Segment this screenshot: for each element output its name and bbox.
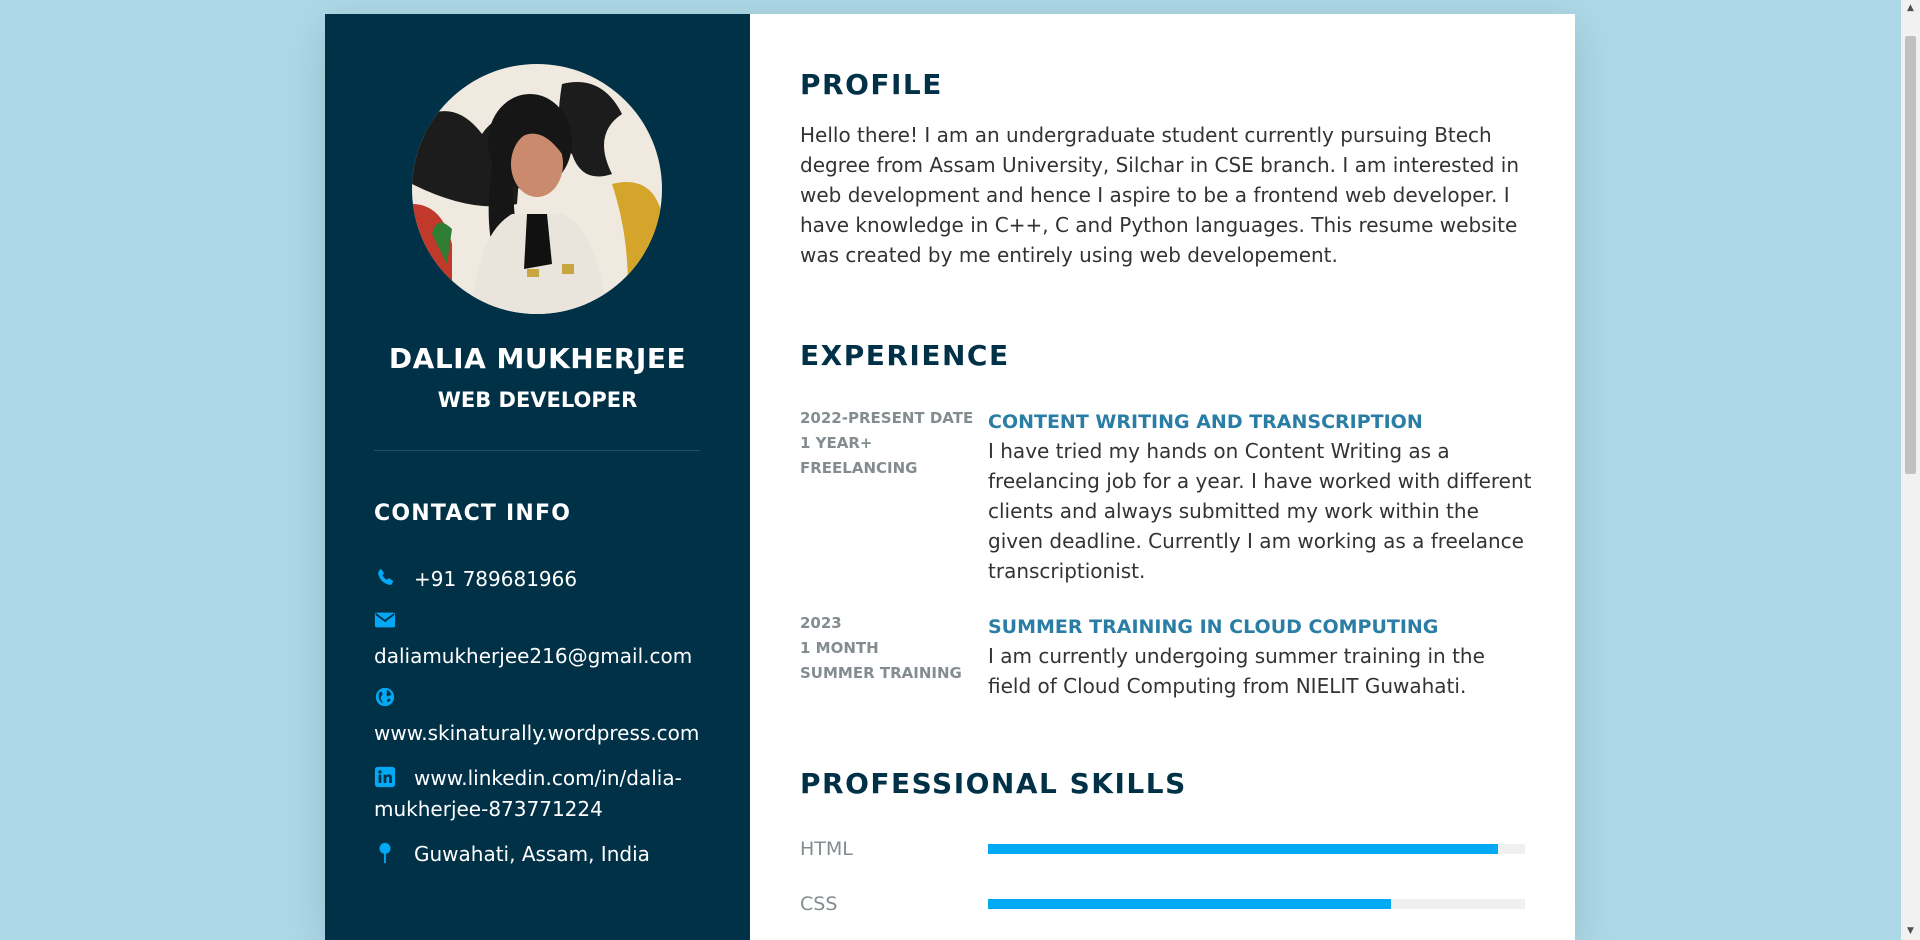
experience-title: CONTENT WRITING AND TRANSCRIPTION — [988, 411, 1423, 433]
linkedin-icon — [374, 766, 396, 788]
globe-icon — [374, 686, 396, 708]
contact-info-heading: CONTACT INFO — [374, 501, 572, 526]
skills-heading: PROFESSIONAL SKILLS — [800, 767, 1187, 800]
person-name: DALIA MUKHERJEE — [388, 342, 687, 375]
skill-name: CSS — [800, 893, 838, 915]
scroll-down-arrow-icon[interactable]: ▼ — [1901, 923, 1920, 940]
profile-text: Hello there! I am an undergraduate stude… — [800, 123, 1520, 267]
profile-photo — [412, 64, 662, 314]
experience-date: 2023 — [800, 614, 842, 632]
sidebar: DALIA MUKHERJEE WEB DEVELOPER CONTACT IN… — [325, 14, 750, 940]
skill-bar-fill — [988, 899, 1391, 909]
contact-phone: +91 789681966 — [374, 564, 704, 595]
experience-duration: 1 YEAR+ — [800, 434, 873, 452]
scroll-up-arrow-icon[interactable]: ▲ — [1901, 0, 1920, 17]
experience-body: SUMMER TRAINING IN CLOUD COMPUTING I am … — [988, 611, 1533, 701]
phone-icon — [374, 567, 396, 589]
sidebar-divider — [374, 450, 700, 451]
main-content: PROFILE Hello there! I am an undergradua… — [750, 14, 1575, 940]
experience-title: SUMMER TRAINING IN CLOUD COMPUTING — [988, 616, 1439, 638]
skill-row: CSS — [800, 889, 1525, 919]
experience-duration: 1 MONTH — [800, 639, 879, 657]
skill-bar — [988, 844, 1525, 854]
contact-website-text: www.skinaturally.wordpress.com — [374, 721, 700, 745]
skill-name: HTML — [800, 838, 853, 860]
experience-meta: 2022-PRESENT DATE 1 YEAR+ FREELANCING — [800, 406, 980, 481]
contact-linkedin-text: www.linkedin.com/in/dalia-mukherjee-8737… — [374, 766, 682, 821]
experience-description: I am currently undergoing summer trainin… — [988, 644, 1485, 698]
vertical-scrollbar[interactable]: ▲ ▼ — [1901, 0, 1920, 940]
profile-heading: PROFILE — [800, 68, 943, 101]
experience-meta: 2023 1 MONTH SUMMER TRAINING — [800, 611, 980, 686]
contact-list: +91 789681966 daliamukherjee216@gmail.co… — [374, 564, 704, 884]
scrollbar-thumb[interactable] — [1905, 36, 1916, 474]
experience-type: SUMMER TRAINING — [800, 664, 962, 682]
experience-heading: EXPERIENCE — [800, 339, 1010, 372]
experience-description: I have tried my hands on Content Writing… — [988, 439, 1532, 583]
experience-type: FREELANCING — [800, 459, 918, 477]
contact-location: Guwahati, Assam, India — [374, 839, 704, 870]
contact-linkedin[interactable]: www.linkedin.com/in/dalia-mukherjee-8737… — [374, 763, 704, 825]
skill-bar — [988, 899, 1525, 909]
contact-email[interactable]: daliamukherjee216@gmail.com — [374, 609, 704, 672]
envelope-icon — [374, 609, 396, 631]
contact-phone-text: +91 789681966 — [414, 567, 578, 591]
experience-date: 2022-PRESENT DATE — [800, 409, 974, 427]
contact-location-text: Guwahati, Assam, India — [414, 842, 650, 866]
experience-body: CONTENT WRITING AND TRANSCRIPTION I have… — [988, 406, 1533, 586]
resume-container: DALIA MUKHERJEE WEB DEVELOPER CONTACT IN… — [325, 14, 1575, 940]
contact-email-text: daliamukherjee216@gmail.com — [374, 644, 693, 668]
map-pin-icon — [374, 842, 396, 864]
person-role: WEB DEVELOPER — [437, 388, 638, 412]
skill-row: HTML — [800, 834, 1525, 864]
skill-bar-fill — [988, 844, 1499, 854]
contact-website[interactable]: www.skinaturally.wordpress.com — [374, 686, 704, 749]
